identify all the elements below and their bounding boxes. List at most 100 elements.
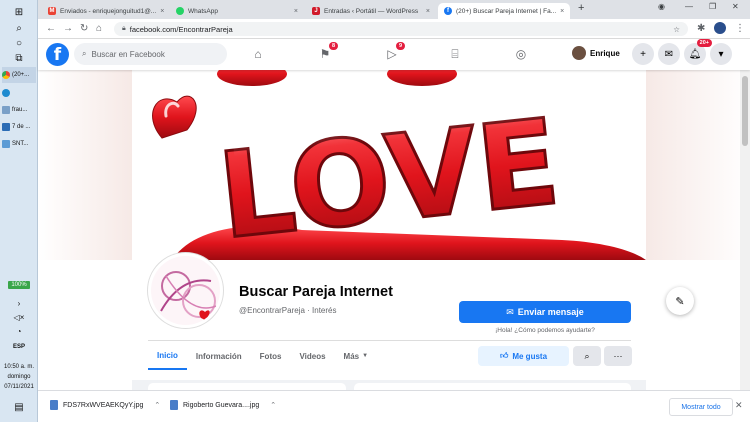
search-placeholder: Buscar en Facebook (91, 49, 165, 59)
scrollbar[interactable] (740, 70, 750, 390)
tab-fotos[interactable]: Fotos (251, 342, 291, 370)
cover-photo[interactable]: LOVE (132, 70, 646, 260)
whatsapp-icon (176, 7, 184, 15)
cortana-icon[interactable]: ○ (11, 37, 27, 49)
profile-avatar-icon[interactable] (714, 22, 726, 34)
tab-title: (20+) Buscar Pareja Internet | Fa... (456, 7, 557, 15)
tab-gmail[interactable]: M Enviados - enriquejonguitud1@... × (42, 3, 166, 19)
url-text[interactable]: facebook.com/EncontrarPareja (130, 25, 233, 34)
search-icon: ⌕ (82, 49, 87, 58)
notifications-bell-icon[interactable]: 🔔︎ 20+ (684, 39, 712, 65)
tab-mas-label: Más (343, 351, 360, 361)
close-icon[interactable]: ✕ (735, 400, 743, 411)
forward-icon[interactable]: → (63, 23, 73, 34)
tab-inicio[interactable]: Inicio (148, 342, 187, 370)
chevron-up-icon[interactable]: ⌃ (154, 401, 160, 409)
show-all-downloads-button[interactable]: Mostrar todo (669, 398, 733, 416)
clock-date[interactable]: 07/11/2021 (0, 384, 38, 390)
page-search-button[interactable]: ⌕ (573, 346, 601, 366)
download-filename: Rigoberto Guevara....jpg (183, 401, 260, 409)
pages-badge: 8 (328, 42, 338, 50)
tab-title: Enviados - enriquejonguitud1@... (60, 7, 157, 15)
chevron-down-icon: ▼ (362, 353, 369, 359)
notifications-icon[interactable]: ▤ (0, 402, 38, 413)
close-icon[interactable]: × (560, 8, 564, 15)
more-options-button[interactable]: ··· (604, 346, 632, 366)
close-icon[interactable]: × (160, 8, 164, 15)
chrome-icon (2, 71, 10, 79)
chevron-right-icon[interactable]: › (0, 299, 38, 308)
taskbar-app-label: frau... (12, 107, 28, 113)
browser-tab-bar: M Enviados - enriquejonguitud1@... × Wha… (38, 0, 750, 19)
wifi-icon[interactable]: ◔ (0, 327, 38, 336)
taskbar-app-label: (20+... (12, 72, 30, 78)
scrollbar-thumb[interactable] (742, 76, 748, 146)
page-profile-picture[interactable] (148, 253, 223, 328)
post-composer-card (354, 383, 631, 390)
home-icon[interactable]: ⌂ (96, 23, 102, 34)
tab-wordpress[interactable]: J Entradas ‹ Portátil — WordPress × (306, 3, 436, 19)
download-filename: FDS7RxWVEAEKQyY.jpg (63, 401, 144, 409)
taskbar-app-chrome[interactable]: (20+... (2, 67, 36, 83)
account-menu-icon[interactable]: ▾ (710, 43, 732, 65)
task-view-icon[interactable]: ⧉ (11, 52, 27, 64)
tab-search-icon[interactable]: ◉ (658, 2, 665, 11)
create-button[interactable]: + (632, 43, 654, 65)
chevron-up-icon[interactable]: ⌃ (270, 401, 276, 409)
windows-start-icon[interactable]: ⊞ (11, 6, 27, 18)
clock-time[interactable]: 10:50 a. m. (0, 364, 38, 370)
clock-day[interactable]: domingo (0, 374, 38, 380)
taskbar-app-calendar[interactable]: 7 de ... (2, 119, 36, 135)
screen: ⊞ ⌕ ○ ⧉ (20+... frau... 7 de ... SNT... … (0, 0, 750, 422)
close-icon[interactable]: × (426, 8, 430, 15)
tab-videos[interactable]: Videos (290, 342, 334, 370)
page-content: LOVE Buscar Pareja Internet @EncontrarPa… (38, 70, 750, 390)
restore-button[interactable]: ❐ (709, 2, 716, 11)
taskbar-app-label: 7 de ... (12, 124, 31, 130)
messenger-icon: ✉ (506, 306, 514, 317)
new-tab-button[interactable]: + (578, 2, 584, 14)
tab-whatsapp[interactable]: WhatsApp × (170, 3, 304, 19)
battery-indicator[interactable]: 100% (8, 281, 30, 289)
nav-groups-icon[interactable]: ◎ (511, 45, 531, 63)
extensions-icon[interactable]: ✱ (697, 23, 705, 34)
taskbar-app-snt[interactable]: SNT... (2, 136, 36, 152)
user-name: Enrique (590, 48, 620, 58)
nav-marketplace-icon[interactable]: ⌸ (445, 45, 465, 63)
taskbar-app-edge[interactable] (2, 85, 36, 101)
cover-background-right (646, 70, 750, 260)
nav-pages-icon[interactable]: ⚑ 8 (315, 42, 338, 63)
tab-facebook[interactable]: f (20+) Buscar Pareja Internet | Fa... × (438, 3, 570, 19)
volume-icon[interactable]: ◁× (0, 313, 38, 322)
profile-shortcut[interactable]: Enrique (572, 46, 620, 60)
back-icon[interactable]: ← (46, 23, 56, 34)
like-button[interactable]: 👍︎ Me gusta (478, 346, 569, 366)
facebook-logo[interactable]: f (46, 43, 69, 66)
edit-compose-button[interactable]: ✎ (666, 287, 694, 315)
send-message-button[interactable]: ✉ Enviar mensaje (459, 301, 631, 323)
minimize-button[interactable]: — (685, 2, 693, 11)
address-bar[interactable]: 🔒︎ facebook.com/EncontrarPareja ☆ (114, 22, 688, 36)
bookmark-star-icon[interactable]: ☆ (673, 25, 680, 34)
facebook-search[interactable]: ⌕ Buscar en Facebook (74, 43, 227, 65)
love-cover-image: LOVE (132, 70, 646, 260)
download-item[interactable]: Rigoberto Guevara....jpg ⌃ (170, 400, 276, 410)
close-icon[interactable]: × (294, 8, 298, 15)
nav-watch-icon[interactable]: ▷ 9 (382, 42, 405, 63)
tab-mas[interactable]: Más ▼ (335, 342, 378, 370)
tab-informacion[interactable]: Información (187, 342, 251, 370)
taskbar-app-notes[interactable]: frau... (2, 102, 36, 118)
close-window-button[interactable]: ✕ (732, 2, 739, 11)
messenger-icon[interactable]: ✉ (658, 43, 680, 65)
download-item[interactable]: FDS7RxWVEAEKQyY.jpg ⌃ (50, 400, 160, 410)
image-file-icon (170, 400, 178, 410)
watch-badge: 9 (395, 42, 405, 50)
language-indicator[interactable]: ESP (0, 344, 38, 350)
divider (148, 340, 631, 341)
app-icon (2, 140, 10, 148)
nav-home-icon[interactable]: ⌂ (248, 45, 268, 63)
search-icon[interactable]: ⌕ (11, 22, 27, 34)
menu-dots-icon[interactable]: ⋮ (735, 23, 745, 34)
reload-icon[interactable]: ↻ (80, 23, 88, 34)
page-tabs: Inicio Información Fotos Videos Más ▼ (148, 342, 377, 370)
